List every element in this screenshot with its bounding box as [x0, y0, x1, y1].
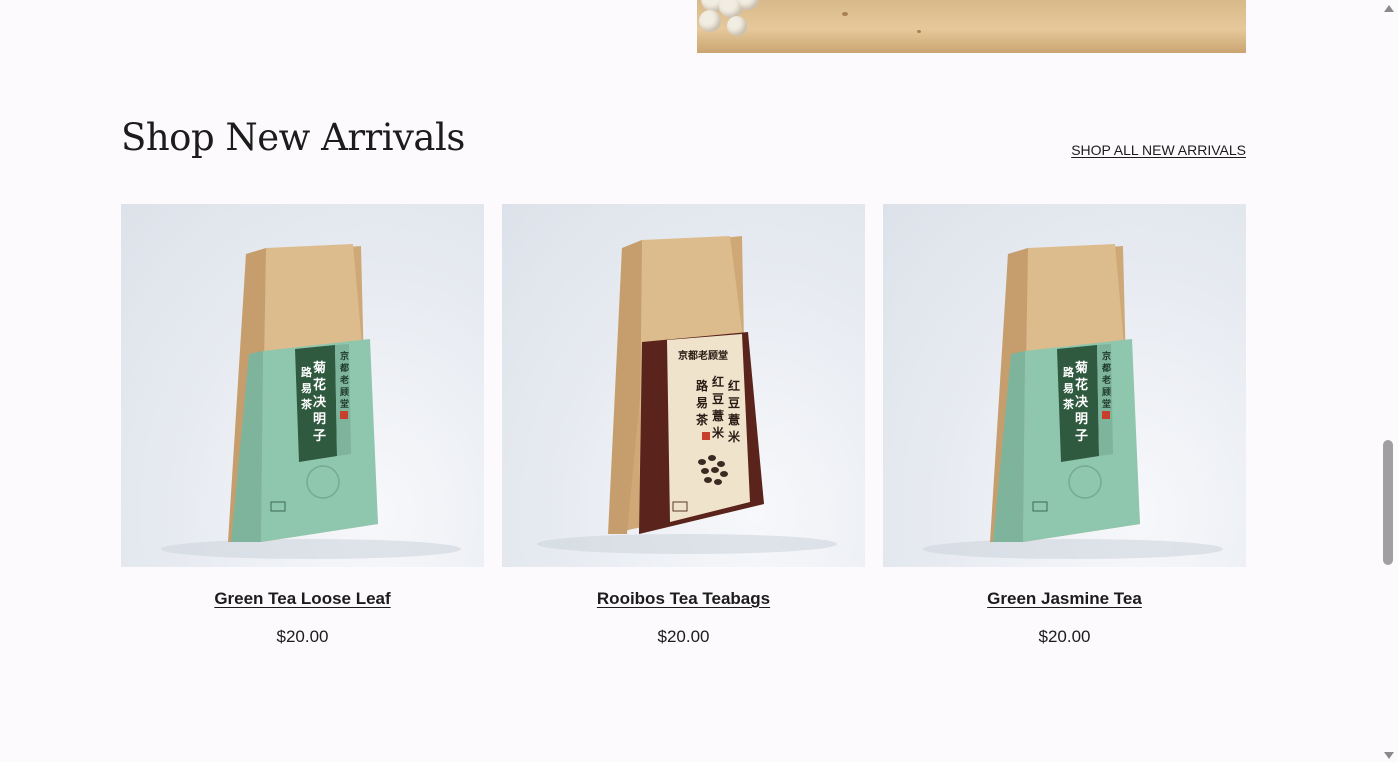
svg-text:菊: 菊 [1075, 360, 1088, 376]
svg-text:顾: 顾 [1102, 387, 1111, 398]
svg-text:米: 米 [712, 425, 725, 440]
page-scrollbar[interactable] [1381, 0, 1398, 762]
svg-text:豆: 豆 [712, 392, 724, 406]
product-card[interactable]: 菊花决明子 路易茶 京都老顾堂 Green Jasmine Tea $20.00 [883, 204, 1246, 647]
svg-text:茶: 茶 [695, 412, 709, 427]
svg-text:易: 易 [301, 382, 312, 395]
svg-text:决: 决 [1075, 394, 1089, 410]
scroll-up-arrow-icon[interactable] [1384, 5, 1394, 12]
tea-bag-green-image: 菊花决明子 路易茶 京都老顾堂 [923, 244, 1223, 559]
svg-text:易: 易 [1063, 382, 1074, 395]
product-image[interactable]: 菊花决明子 路易茶 京都老顾堂 [883, 204, 1246, 567]
svg-text:都: 都 [339, 362, 349, 374]
hero-image [697, 0, 1246, 53]
svg-text:路: 路 [1063, 365, 1075, 379]
product-name-link[interactable]: Green Jasmine Tea [883, 589, 1246, 609]
product-card[interactable]: 菊花决明子 路易茶 京都老顾堂 Green Tea Loose Leaf $20… [121, 204, 484, 647]
svg-text:茶: 茶 [300, 397, 313, 411]
svg-text:老: 老 [1101, 374, 1111, 386]
svg-text:路: 路 [301, 365, 313, 379]
svg-text:红: 红 [712, 374, 724, 389]
svg-text:京都老顾堂: 京都老顾堂 [678, 349, 728, 362]
svg-text:明: 明 [1075, 412, 1088, 427]
svg-text:老: 老 [339, 374, 349, 386]
svg-text:豆: 豆 [728, 396, 740, 410]
svg-text:薏: 薏 [712, 408, 724, 423]
svg-text:京: 京 [1102, 350, 1111, 362]
product-price: $20.00 [657, 627, 710, 646]
svg-text:易: 易 [696, 396, 708, 410]
svg-text:明: 明 [313, 412, 326, 427]
product-price: $20.00 [1038, 627, 1091, 646]
svg-text:都: 都 [1101, 362, 1111, 374]
product-name-link[interactable]: Green Tea Loose Leaf [121, 589, 484, 609]
svg-text:花: 花 [1075, 377, 1088, 393]
svg-text:京: 京 [340, 350, 349, 362]
product-name-link[interactable]: Rooibos Tea Teabags [502, 589, 865, 609]
product-price: $20.00 [276, 627, 329, 646]
svg-text:米: 米 [728, 429, 741, 444]
product-image[interactable]: 菊花决明子 路易茶 京都老顾堂 [121, 204, 484, 567]
svg-text:堂: 堂 [1102, 398, 1111, 410]
scroll-down-arrow-icon[interactable] [1384, 752, 1394, 759]
svg-text:茶: 茶 [1062, 397, 1075, 411]
svg-text:子: 子 [1075, 429, 1088, 444]
svg-text:路: 路 [696, 378, 709, 393]
svg-text:花: 花 [313, 377, 326, 393]
product-card[interactable]: 京都老顾堂 红豆薏米 红豆薏米 路易茶 Rooibos Tea Teabags … [502, 204, 865, 647]
scrollbar-thumb[interactable] [1383, 440, 1393, 565]
svg-text:子: 子 [313, 429, 326, 444]
svg-text:红: 红 [728, 378, 740, 393]
section-title: Shop New Arrivals [121, 116, 465, 159]
svg-text:薏: 薏 [728, 412, 740, 427]
shop-all-new-arrivals-link[interactable]: SHOP ALL NEW ARRIVALS [1071, 142, 1246, 158]
tea-bag-rooibos-image: 京都老顾堂 红豆薏米 红豆薏米 路易茶 [537, 236, 837, 554]
tea-bag-green-image: 菊花决明子 路易茶 京都老顾堂 [161, 244, 461, 559]
svg-text:菊: 菊 [313, 360, 326, 376]
svg-text:堂: 堂 [340, 398, 349, 410]
svg-text:决: 决 [313, 394, 327, 410]
svg-text:顾: 顾 [340, 387, 349, 398]
product-image[interactable]: 京都老顾堂 红豆薏米 红豆薏米 路易茶 [502, 204, 865, 567]
